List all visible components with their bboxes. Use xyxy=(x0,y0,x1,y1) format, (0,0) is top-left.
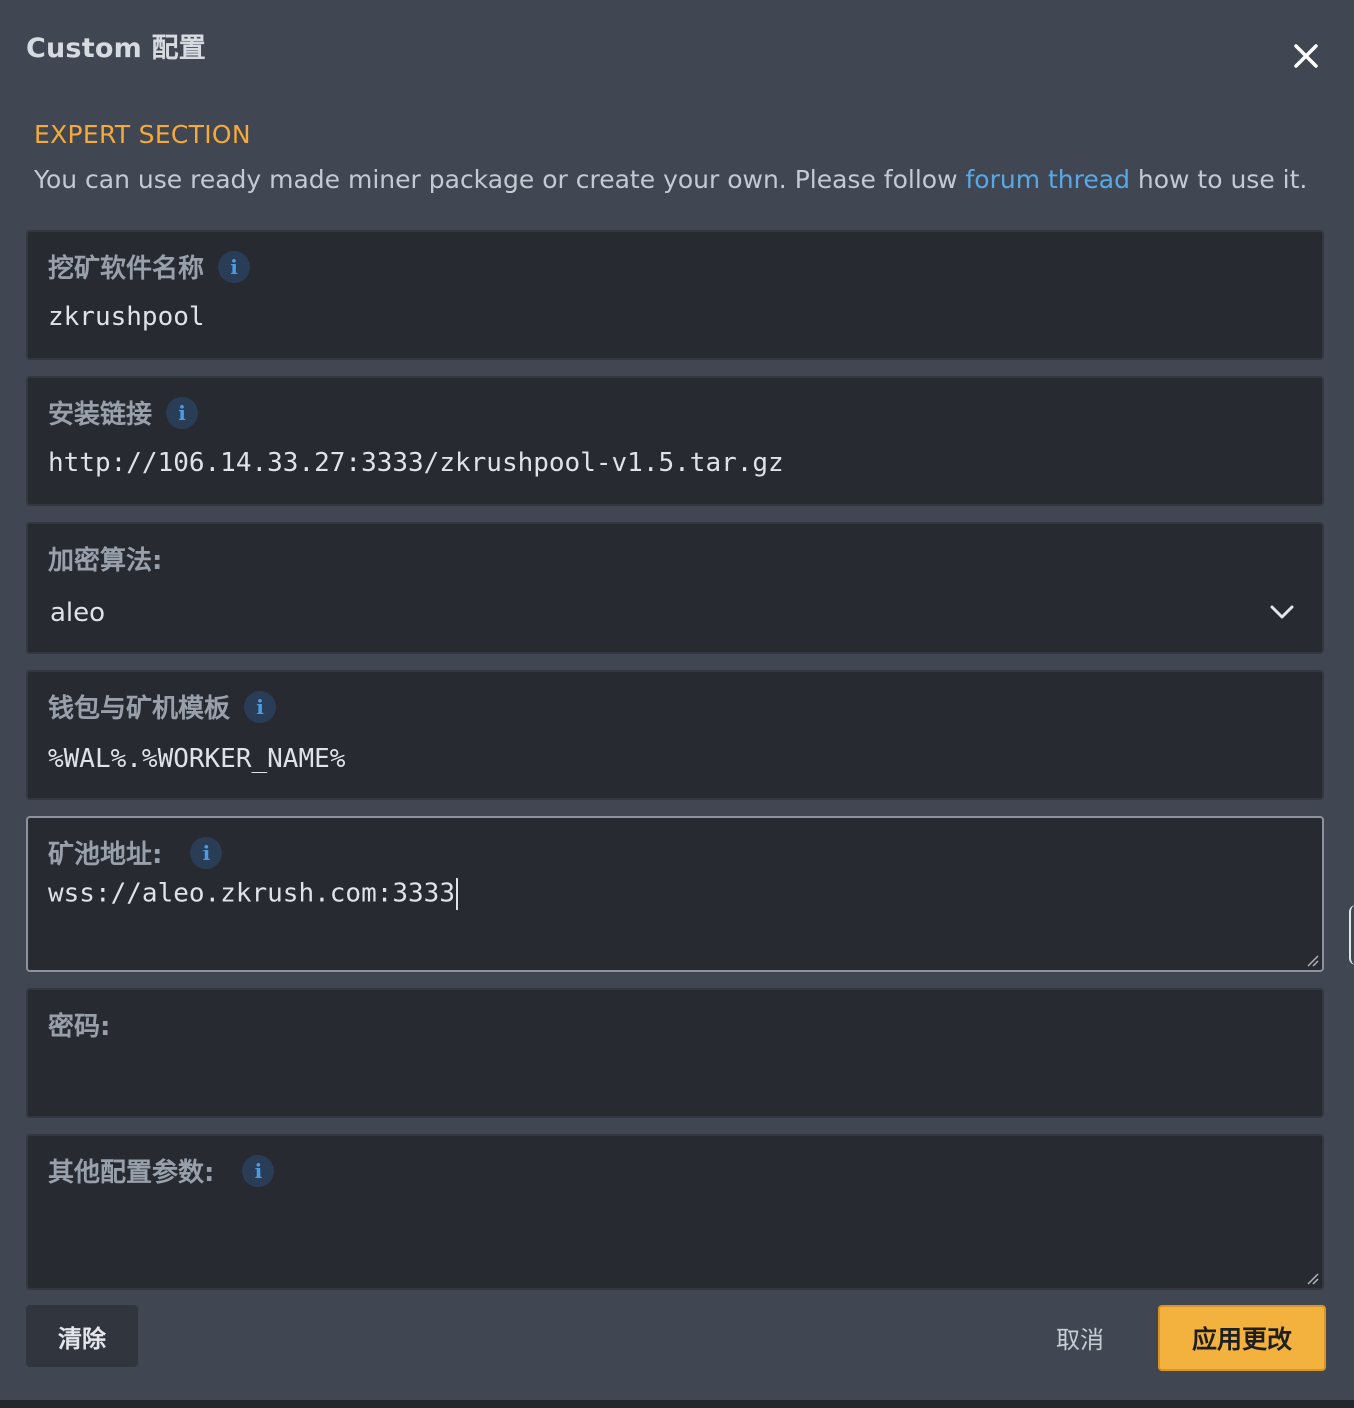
close-icon xyxy=(1294,44,1318,68)
info-icon[interactable]: i xyxy=(242,1154,275,1187)
miner-name-label: 挖矿软件名称 i xyxy=(48,248,251,285)
info-icon[interactable]: i xyxy=(244,690,277,723)
wallet-template-input[interactable]: %WAL%.%WORKER_NAME% xyxy=(48,744,345,774)
password-field[interactable]: 密码: xyxy=(26,988,1324,1118)
expert-section-heading: EXPERT SECTION xyxy=(34,120,251,149)
install-url-label: 安装链接 i xyxy=(48,394,199,431)
install-url-input[interactable]: http://106.14.33.27:3333/zkrushpool-v1.5… xyxy=(48,448,784,478)
extra-args-label-text: 其他配置参数: xyxy=(48,1158,215,1188)
wallet-template-label: 钱包与矿机模板 i xyxy=(48,688,277,725)
info-icon[interactable]: i xyxy=(166,396,199,429)
pool-url-label-text: 矿池地址: xyxy=(48,840,163,870)
cancel-button[interactable]: 取消 xyxy=(1040,1305,1120,1369)
wallet-template-field[interactable]: 钱包与矿机模板 i %WAL%.%WORKER_NAME% xyxy=(26,670,1324,800)
resize-grip-icon[interactable] xyxy=(1304,1270,1320,1286)
pool-url-label: 矿池地址: i xyxy=(48,834,223,871)
resize-grip-icon[interactable] xyxy=(1304,952,1320,968)
install-url-label-text: 安装链接 xyxy=(48,400,153,430)
close-button[interactable] xyxy=(1286,36,1326,76)
pool-url-textarea[interactable]: wss://aleo.zkrush.com:3333 xyxy=(48,878,458,910)
miner-name-field[interactable]: 挖矿软件名称 i zkrushpool xyxy=(26,230,1324,360)
extra-args-label: 其他配置参数: i xyxy=(48,1152,275,1189)
wallet-template-label-text: 钱包与矿机模板 xyxy=(48,694,231,724)
info-icon[interactable]: i xyxy=(218,250,251,283)
miner-name-label-text: 挖矿软件名称 xyxy=(48,254,205,284)
password-label: 密码: xyxy=(48,1006,110,1043)
extra-args-field[interactable]: 其他配置参数: i xyxy=(26,1134,1324,1290)
clear-button[interactable]: 清除 xyxy=(26,1305,138,1367)
install-url-field[interactable]: 安装链接 i http://106.14.33.27:3333/zkrushpo… xyxy=(26,376,1324,506)
bottom-strip xyxy=(0,1400,1354,1408)
algorithm-label-text: 加密算法: xyxy=(48,546,163,576)
chevron-down-icon[interactable] xyxy=(1266,600,1298,624)
algorithm-label: 加密算法: xyxy=(48,540,162,577)
password-label-text: 密码: xyxy=(48,1012,111,1042)
expert-desc-text-before: You can use ready made miner package or … xyxy=(34,165,966,194)
expert-section-description: You can use ready made miner package or … xyxy=(34,165,1307,194)
algorithm-select[interactable]: 加密算法: aleo xyxy=(26,522,1324,654)
dialog-title: Custom 配置 xyxy=(26,33,206,64)
custom-config-dialog: Custom 配置 EXPERT SECTION You can use rea… xyxy=(0,0,1354,1400)
expert-desc-text-after: how to use it. xyxy=(1129,165,1308,194)
miner-name-input[interactable]: zkrushpool xyxy=(48,302,205,332)
text-caret xyxy=(456,878,458,910)
forum-thread-link[interactable]: forum thread xyxy=(965,165,1129,194)
algorithm-selected-value[interactable]: aleo xyxy=(50,598,105,628)
pool-url-value: wss://aleo.zkrush.com:3333 xyxy=(48,878,455,909)
scrollbar-edge xyxy=(1349,905,1354,965)
pool-url-field[interactable]: 矿池地址: i wss://aleo.zkrush.com:3333 xyxy=(26,816,1324,972)
info-icon[interactable]: i xyxy=(190,836,223,869)
apply-changes-button[interactable]: 应用更改 xyxy=(1158,1305,1326,1371)
